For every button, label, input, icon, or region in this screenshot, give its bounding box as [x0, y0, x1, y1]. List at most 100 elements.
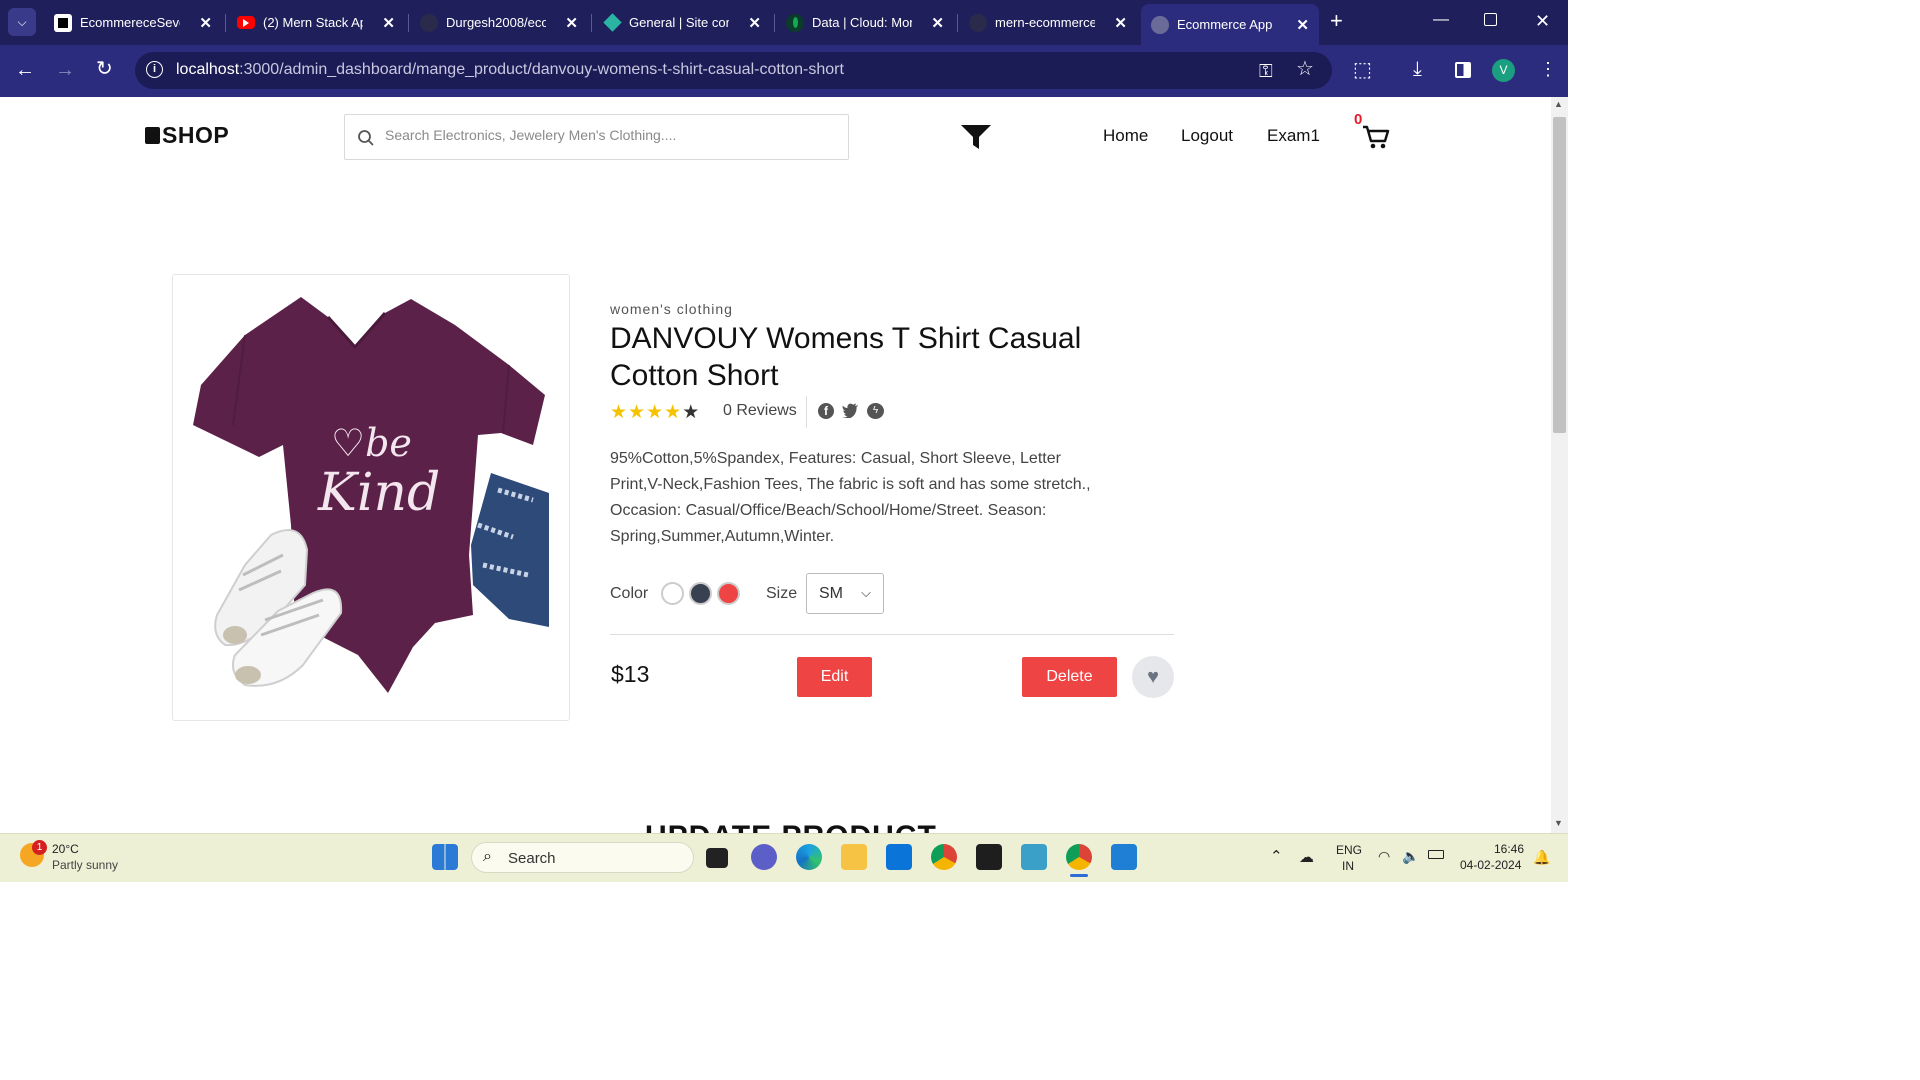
chrome-profile-icon[interactable]: [1066, 844, 1092, 870]
close-icon[interactable]: ✕: [1114, 14, 1127, 32]
bookmark-star-icon[interactable]: ☆: [1296, 59, 1314, 79]
product-price: $13: [611, 661, 650, 687]
profile-avatar[interactable]: V: [1492, 59, 1515, 82]
store-icon[interactable]: [886, 844, 912, 870]
clock-date[interactable]: 04-02-2024: [1460, 858, 1521, 872]
task-view-icon[interactable]: [706, 848, 728, 868]
close-icon[interactable]: ✕: [1296, 16, 1309, 34]
vscode-icon[interactable]: [1111, 844, 1137, 870]
notification-bell-icon[interactable]: 🔔: [1533, 849, 1550, 866]
cart-count-badge: 0: [1354, 111, 1363, 128]
browser-tab[interactable]: Data | Cloud: Mong ✕: [776, 6, 954, 39]
restore-icon[interactable]: [1484, 13, 1497, 26]
onedrive-icon[interactable]: ☁: [1299, 848, 1314, 866]
browser-tab[interactable]: EcommereceSever ✕: [44, 6, 222, 39]
wishlist-button[interactable]: ♥: [1132, 656, 1174, 698]
key-icon[interactable]: ⚿: [1259, 61, 1273, 81]
close-icon[interactable]: ✕: [931, 14, 944, 32]
scrollbar-thumb[interactable]: [1553, 117, 1566, 433]
browser-tab[interactable]: (2) Mern Stack App ✕: [227, 6, 405, 39]
close-icon[interactable]: ✕: [565, 14, 578, 32]
close-icon[interactable]: ✕: [748, 14, 761, 32]
url-text[interactable]: localhost:3000/admin_dashboard/mange_pro…: [176, 61, 844, 79]
edit-button[interactable]: Edit: [797, 657, 872, 697]
weather-desc[interactable]: Partly sunny: [52, 858, 118, 872]
close-icon[interactable]: ✕: [199, 14, 212, 32]
download-icon[interactable]: ⤓: [1413, 59, 1422, 79]
scroll-down-arrow[interactable]: ▼: [1554, 818, 1563, 828]
search-icon: ⌕: [483, 848, 492, 865]
tab-divider: [408, 14, 409, 32]
delete-button[interactable]: Delete: [1022, 657, 1117, 697]
language-line2[interactable]: IN: [1342, 859, 1354, 873]
ecommerce-icon: [54, 13, 72, 32]
file-explorer-icon[interactable]: [841, 844, 867, 870]
url-path: :3000/admin_dashboard/mange_product/danv…: [239, 61, 844, 78]
chevron-up-icon[interactable]: ⌃: [1270, 847, 1283, 865]
language-line1[interactable]: ENG: [1336, 843, 1362, 857]
tablet-app-icon[interactable]: [1021, 844, 1047, 870]
weather-temp[interactable]: 20°C: [52, 842, 79, 856]
tab-divider: [591, 14, 592, 32]
nav-logout[interactable]: Logout: [1181, 126, 1233, 146]
nav-user[interactable]: Exam1: [1267, 126, 1320, 146]
tab-title: (2) Mern Stack App: [263, 15, 363, 30]
color-swatch-gray[interactable]: [689, 582, 712, 605]
size-label: Size: [766, 585, 798, 602]
close-window-icon[interactable]: ✕: [1535, 11, 1550, 31]
color-swatch-white[interactable]: [661, 582, 684, 605]
filter-icon[interactable]: [960, 124, 992, 151]
heart-icon: ♥: [1147, 665, 1159, 688]
star-filled-icon: ★: [628, 402, 647, 423]
search-box[interactable]: [344, 114, 849, 160]
new-tab-icon[interactable]: +: [1330, 10, 1343, 32]
divider: [610, 634, 1174, 635]
weather-badge: 1: [32, 840, 47, 855]
minimize-icon[interactable]: —: [1433, 10, 1449, 30]
size-select[interactable]: SM ⌵: [806, 573, 884, 614]
shop-logo[interactable]: SHOP: [145, 122, 229, 149]
wifi-icon[interactable]: ◠: [1378, 848, 1390, 865]
facebook-icon[interactable]: f: [818, 403, 834, 419]
windows-start-icon[interactable]: [432, 844, 458, 870]
reload-icon[interactable]: ↻: [96, 59, 113, 79]
battery-icon[interactable]: [1428, 850, 1444, 859]
menu-kebab-icon[interactable]: ⋮: [1539, 59, 1557, 79]
browser-tab-active[interactable]: Ecommerce App ✕: [1141, 4, 1319, 45]
twitter-icon[interactable]: [842, 403, 859, 418]
back-icon[interactable]: ←: [15, 60, 35, 80]
browser-tab[interactable]: mern-ecommerce/ ✕: [959, 6, 1137, 39]
nav-home[interactable]: Home: [1103, 126, 1148, 146]
scroll-up-arrow[interactable]: ▲: [1554, 99, 1563, 109]
volume-icon[interactable]: 🔈: [1402, 848, 1419, 865]
cart-icon[interactable]: [1362, 124, 1390, 150]
edge-icon[interactable]: [796, 844, 822, 870]
terminal-icon[interactable]: [976, 844, 1002, 870]
github-icon: [420, 13, 438, 32]
teams-chat-icon[interactable]: [751, 844, 777, 870]
taskbar-search[interactable]: ⌕ Search: [471, 842, 694, 873]
browser-tab[interactable]: Durgesh2008/econ ✕: [410, 6, 588, 39]
tab-search-dropdown-icon[interactable]: ⌵: [8, 8, 36, 36]
close-icon[interactable]: ✕: [382, 14, 395, 32]
search-icon: [358, 130, 374, 146]
netlify-icon: [602, 13, 622, 32]
size-value: SM: [819, 585, 843, 602]
star-filled-icon: ★: [610, 402, 629, 423]
browser-tab[interactable]: General | Site confi ✕: [593, 6, 771, 39]
shirt-print-line2: Kind: [318, 463, 441, 523]
search-input[interactable]: [385, 127, 825, 143]
side-panel-icon[interactable]: [1455, 62, 1471, 78]
messenger-icon[interactable]: ϟ: [867, 403, 884, 419]
extensions-icon[interactable]: ⬚: [1353, 60, 1372, 80]
clock-time[interactable]: 16:46: [1494, 842, 1524, 856]
chrome-icon[interactable]: [931, 844, 957, 870]
color-swatch-red[interactable]: [717, 582, 740, 605]
star-filled-icon: ★: [646, 402, 665, 423]
chevron-down-icon: ⌵: [861, 585, 871, 600]
tab-divider: [957, 14, 958, 32]
url-host: localhost: [176, 61, 240, 78]
shirt-print-line1: ♡be: [331, 421, 412, 465]
forward-icon[interactable]: →: [55, 60, 75, 80]
site-info-icon[interactable]: i: [146, 61, 163, 78]
